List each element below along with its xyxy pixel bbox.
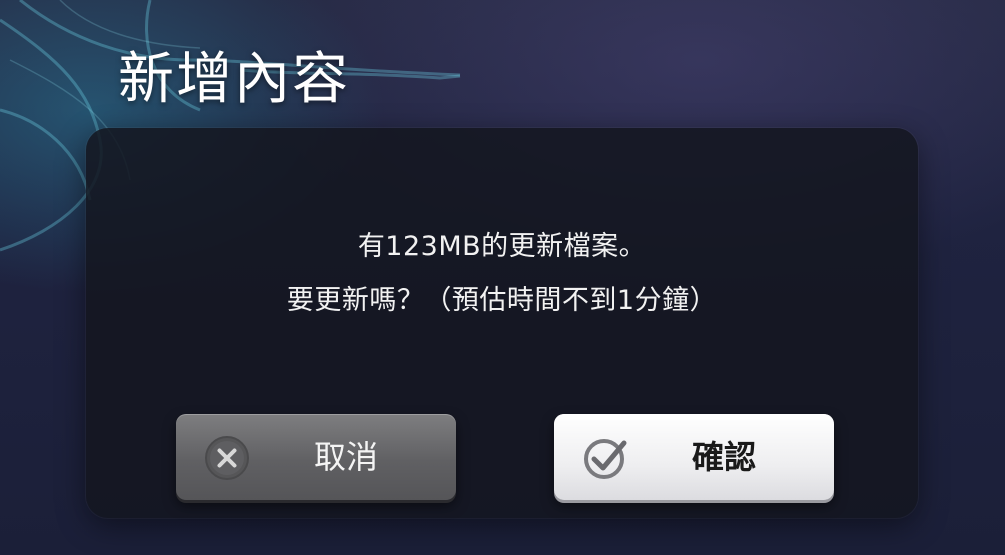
cancel-button[interactable]: 取消 [176, 414, 456, 500]
confirm-button[interactable]: 確認 [554, 414, 834, 500]
dialog-message-line-2: 要更新嗎？（預估時間不到1分鐘） [286, 285, 718, 316]
dialog-message-line-1: 有123MB的更新檔案。 [357, 231, 647, 262]
confirm-button-label: 確認 [691, 438, 756, 476]
dialog-message: 有123MB的更新檔案。 要更新嗎？（預估時間不到1分鐘） [86, 220, 918, 328]
check-circle-icon [584, 439, 627, 479]
cancel-button-label: 取消 [313, 438, 378, 476]
update-dialog: 有123MB的更新檔案。 要更新嗎？（預估時間不到1分鐘） 取消 確認 [86, 128, 918, 518]
x-circle-icon [205, 436, 249, 480]
page-title: 新增內容 [118, 47, 350, 112]
